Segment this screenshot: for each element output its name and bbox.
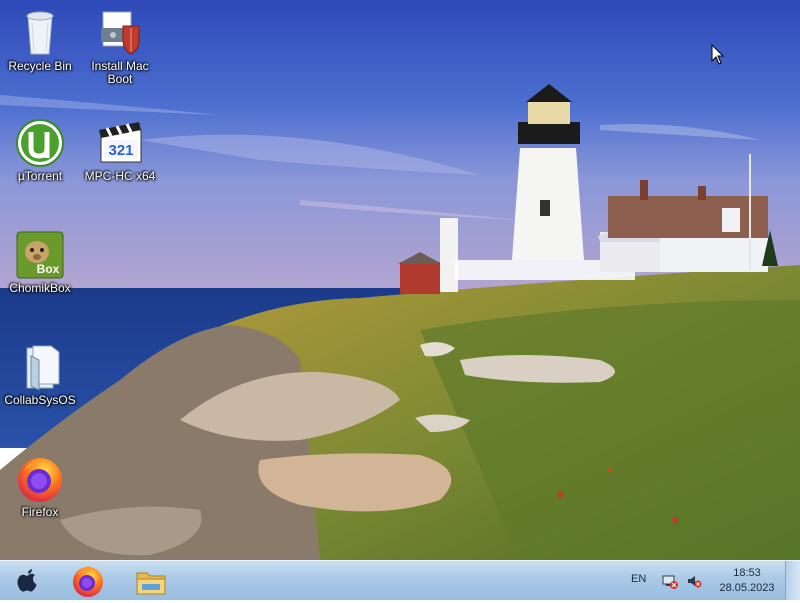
desktop-icon-label: CollabSysOS [4,393,76,407]
show-desktop-button[interactable] [785,561,800,600]
desktop-icon-label: ChomikBox [9,281,71,295]
taskbar-file-explorer-button[interactable] [134,564,168,598]
desktop-icon-label: MPC-HC x64 [84,169,156,183]
desktop-icon-install-mac-boot[interactable]: Install Mac Boot [80,8,160,86]
desktop-icon-label: Recycle Bin [8,59,72,73]
network-disconnected-icon[interactable] [662,573,678,589]
chomik-badge-text: Box [37,262,60,276]
clock-time: 18:53 [733,567,761,579]
apple-start-icon [17,569,37,592]
desktop-icon-mpc-hc[interactable]: 321 MPC-HC x64 [80,118,160,183]
chomikbox-icon: Box [16,231,64,279]
installer-shield-icon [101,11,140,55]
desktop-icon-recycle-bin[interactable]: Recycle Bin [0,8,80,73]
language-indicator[interactable]: EN [631,573,646,585]
mouse-cursor-icon [711,44,725,65]
start-button[interactable] [10,564,44,598]
folder-icon [26,345,60,391]
taskbar: EN 18:53 28.05.2023 [0,560,800,600]
firefox-icon [18,458,62,502]
system-clock[interactable]: 18:53 28.05.2023 [712,566,782,596]
desktop: Recycle Bin Install Mac Boot µTorrent 32… [0,0,800,560]
mpc-badge-text: 321 [108,142,133,159]
desktop-icon-collabsysos[interactable]: CollabSysOS [0,342,80,407]
desktop-icon-label: Install Mac Boot [91,59,149,86]
firefox-icon [73,566,103,597]
desktop-icon-chomikbox[interactable]: Box ChomikBox [0,230,80,295]
desktop-icon-utorrent[interactable]: µTorrent [0,118,80,183]
clock-date: 28.05.2023 [719,582,775,594]
desktop-icon-label: Firefox [21,505,59,519]
file-explorer-icon [136,572,166,595]
volume-muted-icon[interactable] [686,573,702,589]
desktop-icon-label: µTorrent [17,169,63,183]
taskbar-firefox-button[interactable] [71,564,105,598]
mpc-hc-icon: 321 [99,122,142,163]
utorrent-icon [16,119,64,167]
desktop-icon-firefox[interactable]: Firefox [0,454,80,519]
recycle-bin-icon [26,11,54,55]
